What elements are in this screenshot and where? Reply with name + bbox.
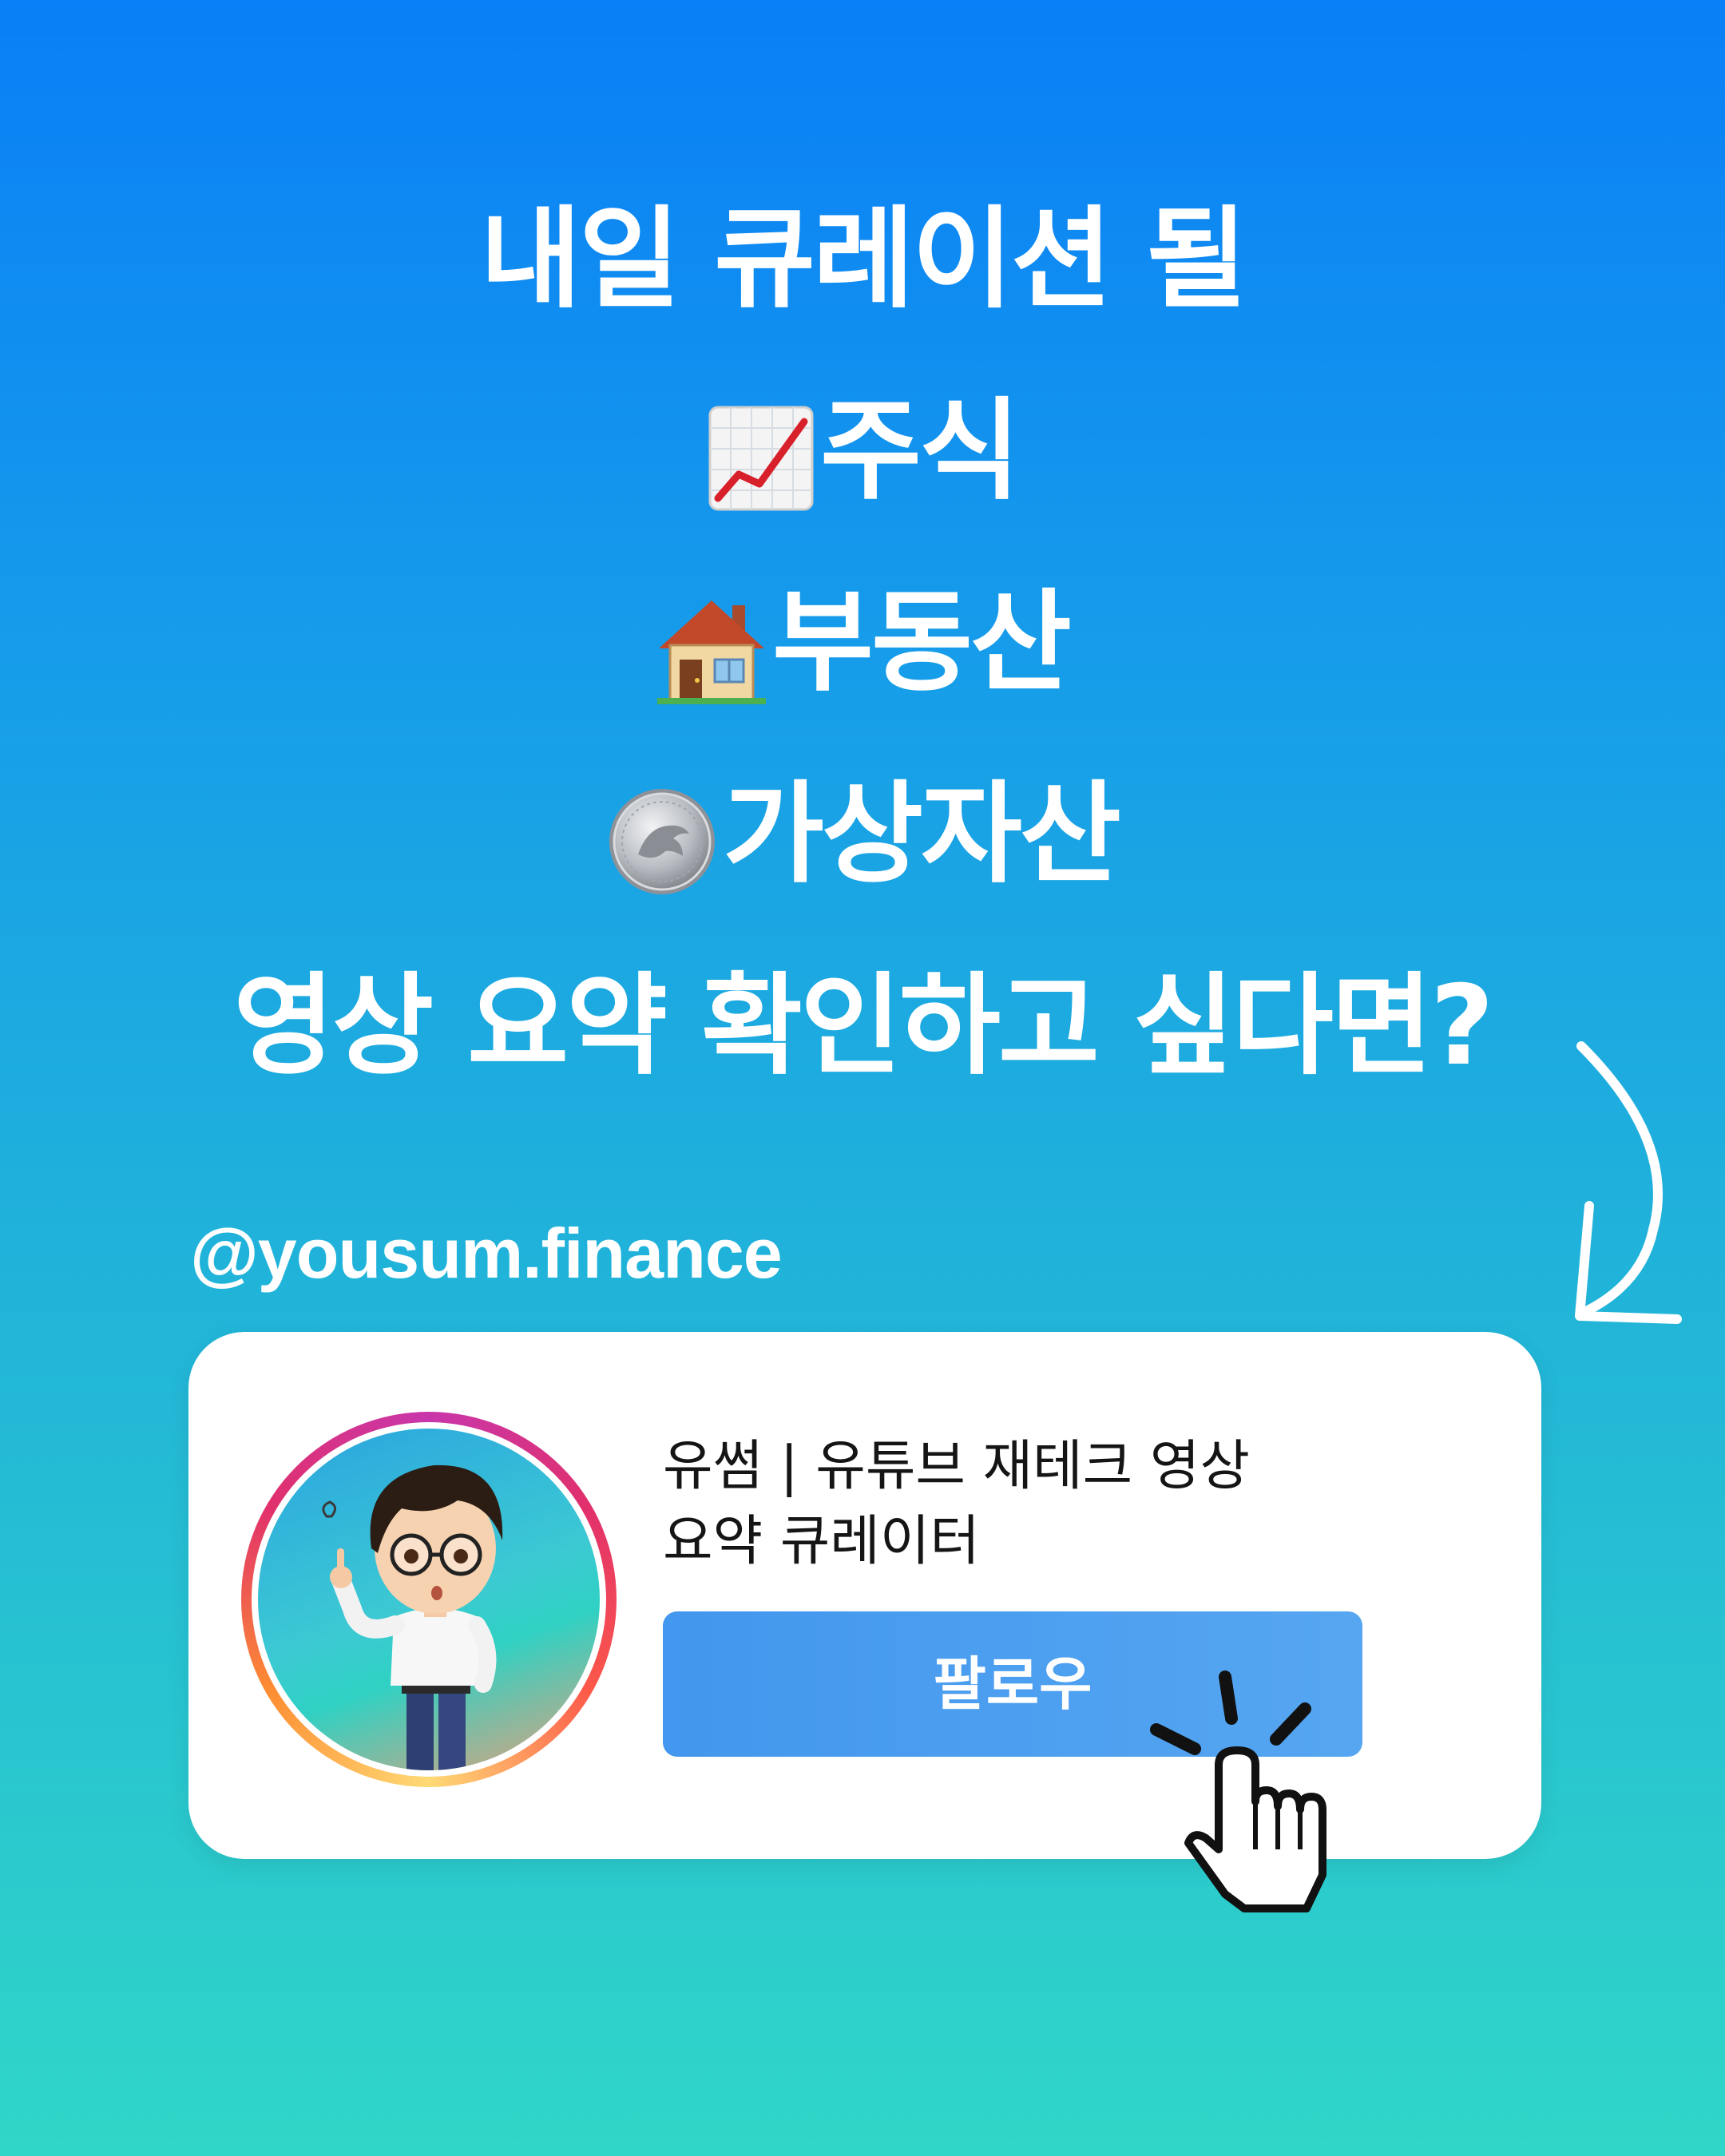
coin-icon (606, 786, 718, 898)
account-handle: @yousum.finance (190, 1214, 783, 1293)
curved-arrow-icon (1575, 1041, 1682, 1324)
profile-bio: 유썸 | 유튜브 재테크 영상 요약 큐레이터 (663, 1429, 1461, 1579)
avatar-story-ring (241, 1412, 617, 1787)
headline-line-5: 영상 요약 확인하고 싶다면? (233, 961, 1494, 1090)
bio-line-1: 유썸 | 유튜브 재테크 영상 (663, 1435, 1250, 1498)
house-icon (656, 596, 767, 705)
headline-line-3: 부동산 (0, 575, 1725, 711)
avatar (258, 1429, 600, 1770)
bio-line-2: 요약 큐레이터 (663, 1510, 980, 1573)
hand-pointer-cursor-icon (1150, 1671, 1326, 1912)
chart-increasing-icon (707, 404, 815, 513)
headline-line-1: 내일 큐레이션 될 (480, 195, 1247, 323)
headline-line-2: 주식 (0, 383, 1725, 519)
headline-line-4: 가상자산 (0, 767, 1725, 902)
